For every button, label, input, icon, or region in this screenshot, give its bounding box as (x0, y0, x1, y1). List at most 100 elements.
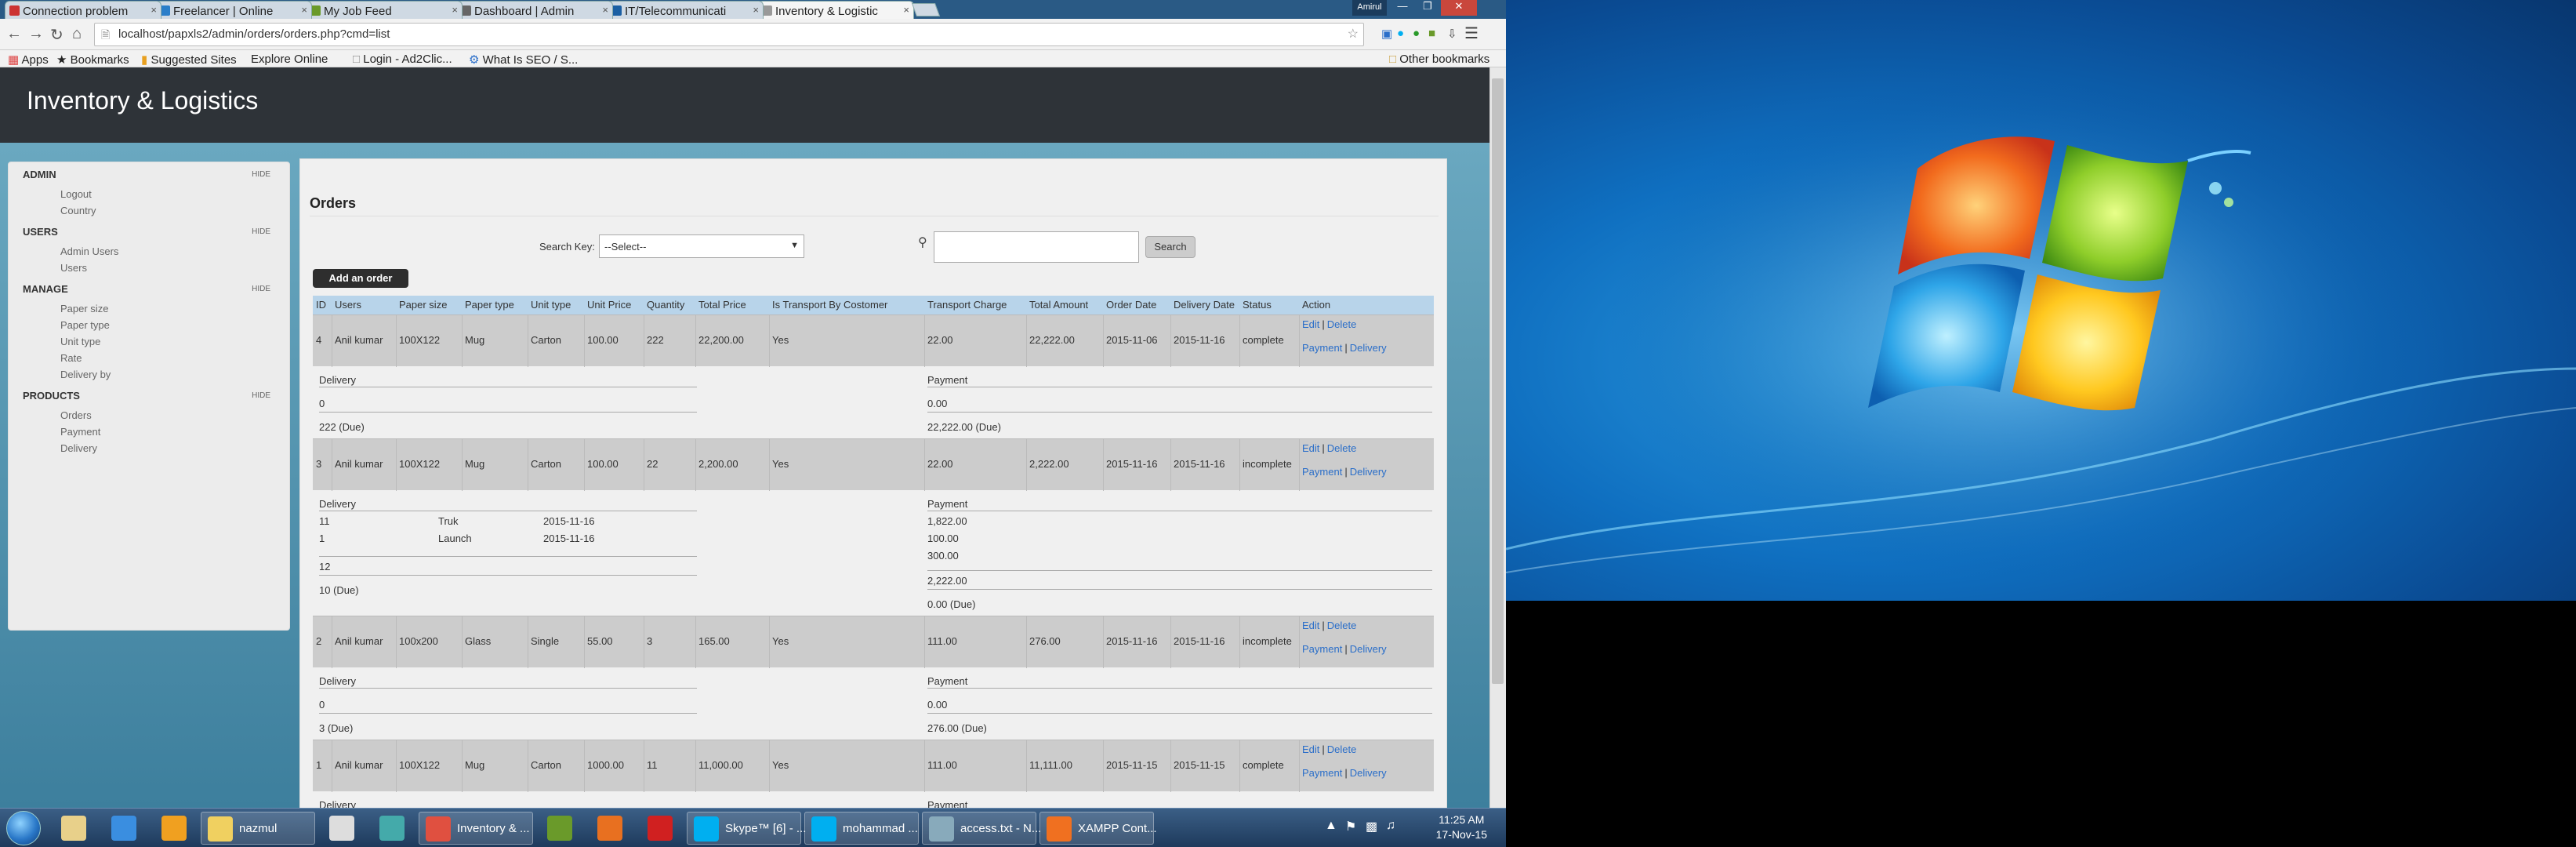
bookmark-bookmarks[interactable]: ★ Bookmarks (56, 53, 129, 67)
menu-icon[interactable]: ☰ (1464, 24, 1478, 43)
home-icon[interactable]: ⌂ (72, 25, 82, 43)
payment-link[interactable]: Payment (1302, 466, 1342, 478)
sidebar-hide-products[interactable]: HIDE (252, 391, 270, 400)
scrollbar-thumb[interactable] (1492, 78, 1504, 684)
edit-link[interactable]: Edit (1302, 620, 1319, 631)
back-icon[interactable]: ← (6, 25, 22, 43)
taskbar-window-button[interactable]: mohammad ... (804, 812, 919, 845)
taskbar-window-button[interactable]: Inventory & ... (419, 812, 533, 845)
bookmark-login-ad2click[interactable]: □ Login - Ad2Clic... (353, 53, 452, 66)
browser-tab[interactable]: IT/Telecommunicati × (607, 1, 764, 19)
sidebar-hide-users[interactable]: HIDE (252, 227, 270, 236)
close-tab-icon[interactable]: × (452, 4, 458, 16)
sidebar-item-rate[interactable]: Rate (60, 352, 82, 364)
taskbar-pinned-app[interactable] (586, 812, 633, 845)
sidebar-section-manage[interactable]: MANAGE (23, 283, 68, 295)
edit-link[interactable]: Edit (1302, 318, 1319, 330)
forward-icon[interactable]: → (28, 25, 44, 43)
minimize-icon[interactable]: — (1391, 0, 1414, 16)
sidebar-item-users[interactable]: Users (60, 262, 87, 274)
payment-link[interactable]: Payment (1302, 643, 1342, 655)
sidebar-hide-manage[interactable]: HIDE (252, 285, 270, 293)
taskbar-window-button[interactable]: XAMPP Cont... (1039, 812, 1157, 845)
sidebar-item-delivery[interactable]: Delivery (60, 442, 97, 454)
star-icon[interactable]: ☆ (1348, 26, 1359, 42)
adblock-extension-icon[interactable]: ■ (1428, 27, 1435, 40)
close-tab-icon[interactable]: × (151, 4, 157, 16)
delete-link[interactable]: Delete (1327, 318, 1357, 330)
sidebar-item-logout[interactable]: Logout (60, 188, 92, 200)
search-key-label: Search Key: (539, 241, 595, 253)
browser-tab[interactable]: Connection problem × (5, 1, 161, 19)
flag-icon[interactable]: ⚑ (1345, 819, 1356, 834)
taskbar-pinned-app[interactable] (536, 812, 583, 845)
sidebar-item-delivery-by[interactable]: Delivery by (60, 369, 111, 380)
search-input[interactable] (934, 231, 1139, 263)
sidebar-item-country[interactable]: Country (60, 205, 96, 216)
add-order-button[interactable]: Add an order (313, 269, 408, 288)
bookmark-suggested-sites[interactable]: ▮ Suggested Sites (141, 53, 237, 67)
delete-link[interactable]: Delete (1327, 743, 1357, 755)
sidebar-section-products[interactable]: PRODUCTS (23, 390, 80, 402)
browser-tab[interactable]: Dashboard | Admin × (456, 1, 613, 19)
volume-icon[interactable]: ♫ (1386, 819, 1395, 833)
delivery-link[interactable]: Delivery (1350, 767, 1387, 779)
delivery-link[interactable]: Delivery (1350, 466, 1387, 478)
skype-extension-icon[interactable]: ● (1397, 27, 1404, 40)
show-hidden-icons-icon[interactable]: ▲ (1325, 819, 1337, 833)
start-button[interactable] (6, 811, 41, 845)
bookmark-explore-online[interactable]: Explore Online (251, 53, 328, 66)
sidebar-item-paper-size[interactable]: Paper size (60, 303, 108, 314)
close-tab-icon[interactable]: × (903, 4, 909, 16)
reload-icon[interactable]: ↻ (50, 25, 63, 45)
sidebar-item-unit-type[interactable]: Unit type (60, 336, 100, 347)
payment-link[interactable]: Payment (1302, 342, 1342, 354)
sidebar-item-paper-type[interactable]: Paper type (60, 319, 110, 331)
sidebar-item-payment[interactable]: Payment (60, 426, 100, 438)
evernote-extension-icon[interactable]: ● (1413, 27, 1420, 40)
system-clock[interactable]: 11:25 AM 17-Nov-15 (1436, 812, 1487, 842)
payment-link[interactable]: Payment (1302, 767, 1342, 779)
close-tab-icon[interactable]: × (753, 4, 759, 16)
taskbar-pinned-app[interactable] (318, 812, 365, 845)
delivery-link[interactable]: Delivery (1350, 643, 1387, 655)
edit-link[interactable]: Edit (1302, 743, 1319, 755)
taskbar-pinned-app[interactable] (100, 812, 147, 845)
sidebar-item-orders[interactable]: Orders (60, 409, 92, 421)
browser-tab[interactable]: Freelancer | Online × (155, 1, 312, 19)
bookmark-apps[interactable]: ▦ Apps (8, 53, 49, 67)
search-button[interactable]: Search (1145, 236, 1195, 258)
taskbar-pinned-app[interactable] (50, 812, 97, 845)
maximize-icon[interactable]: ❐ (1416, 0, 1439, 16)
close-window-icon[interactable]: ✕ (1441, 0, 1477, 16)
taskbar-window-button[interactable]: nazmul (201, 812, 315, 845)
delete-link[interactable]: Delete (1327, 620, 1357, 631)
taskbar-pinned-app[interactable] (151, 812, 198, 845)
taskbar-window-button[interactable]: access.txt - N... (922, 812, 1041, 845)
table-cell: 111.00 (927, 759, 957, 771)
sidebar-item-admin-users[interactable]: Admin Users (60, 245, 118, 257)
browser-tab[interactable]: My Job Feed × (306, 1, 463, 19)
sidebar-hide-admin[interactable]: HIDE (252, 170, 270, 179)
taskbar-pinned-app[interactable] (368, 812, 415, 845)
delete-link[interactable]: Delete (1327, 442, 1357, 454)
search-key-select[interactable]: --Select-- ▼ (599, 234, 804, 258)
delivery-link[interactable]: Delivery (1350, 342, 1387, 354)
address-bar[interactable]: 🗎 localhost/papxls2/admin/orders/orders.… (94, 23, 1364, 46)
close-tab-icon[interactable]: × (602, 4, 608, 16)
extension-icon[interactable]: ▣ (1381, 27, 1392, 41)
sidebar-section-users[interactable]: USERS (23, 226, 58, 238)
browser-tab[interactable]: Inventory & Logistic × (757, 1, 914, 19)
edit-link[interactable]: Edit (1302, 442, 1319, 454)
taskbar-pinned-app[interactable] (637, 812, 684, 845)
bookmark-other-bookmarks[interactable]: □ Other bookmarks (1389, 53, 1489, 66)
taskbar-window-button[interactable]: Skype™ [6] - ... (687, 812, 806, 845)
close-tab-icon[interactable]: × (301, 4, 307, 16)
profile-badge[interactable]: Amirul (1352, 0, 1387, 16)
new-tab-button[interactable] (911, 3, 941, 16)
download-icon[interactable]: ⇩ (1447, 27, 1457, 41)
sidebar-section-admin[interactable]: ADMIN (23, 169, 56, 180)
table-cell: 2015-11-16 (1174, 334, 1225, 346)
network-icon[interactable]: ▩ (1366, 819, 1377, 834)
bookmark-what-is-seo[interactable]: ⚙ What Is SEO / S... (469, 53, 578, 67)
